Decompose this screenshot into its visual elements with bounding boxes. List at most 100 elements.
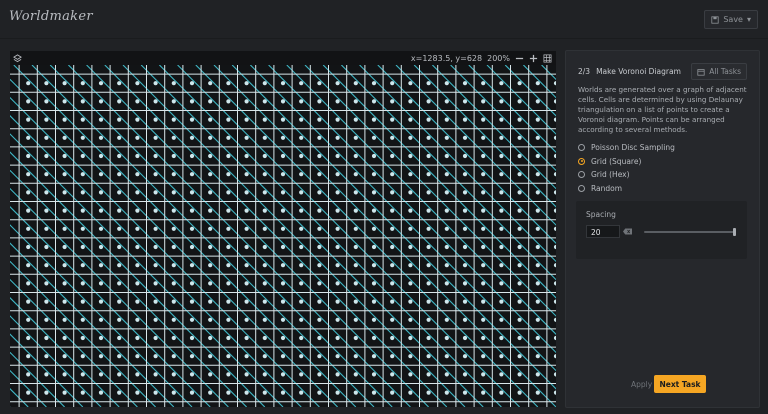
- grid-point: [481, 208, 486, 213]
- grid-point: [98, 354, 104, 359]
- grid-point: [226, 281, 231, 286]
- task-title: Make Voronoi Diagram: [596, 67, 681, 76]
- grid-point: [244, 172, 249, 177]
- grid-point: [262, 390, 267, 395]
- grid-point: [335, 372, 340, 377]
- spacing-control: Spacing 20: [576, 201, 747, 259]
- grid-point: [153, 390, 158, 395]
- radio-selected-icon[interactable]: [578, 157, 585, 165]
- grid-point: [553, 81, 556, 86]
- grid-point: [262, 354, 267, 359]
- grid-point: [80, 172, 85, 177]
- grid-point: [117, 208, 122, 213]
- grid-point: [335, 135, 340, 140]
- slider-handle[interactable]: [733, 228, 736, 236]
- grid-point: [462, 81, 468, 86]
- layers-icon[interactable]: [13, 53, 22, 63]
- grid-point: [335, 244, 340, 250]
- grid-point: [481, 135, 486, 140]
- grid-point: [135, 372, 140, 377]
- grid-point: [335, 172, 340, 177]
- spacing-slider[interactable]: [644, 228, 736, 236]
- grid-point: [553, 335, 556, 341]
- grid-point: [244, 99, 249, 104]
- option-poisson[interactable]: Poisson Disc Sampling: [578, 141, 675, 155]
- grid-point: [481, 372, 486, 377]
- grid-point: [262, 208, 267, 213]
- next-task-button[interactable]: Next Task: [654, 375, 706, 393]
- grid-point: [244, 281, 249, 286]
- grid-point: [171, 354, 176, 359]
- zoom-in-icon[interactable]: [529, 54, 538, 63]
- spacing-label: Spacing: [586, 210, 616, 219]
- grid-point: [317, 226, 322, 231]
- grid-point: [208, 372, 213, 377]
- grid-point: [426, 117, 431, 122]
- grid-point: [299, 226, 304, 231]
- option-random[interactable]: Random: [578, 182, 675, 196]
- radio-icon[interactable]: [578, 171, 585, 179]
- grid-point: [481, 263, 486, 268]
- grid-point: [189, 208, 195, 213]
- radio-icon[interactable]: [578, 144, 585, 152]
- grid-point: [171, 208, 176, 213]
- grid-point: [553, 281, 556, 286]
- map-canvas[interactable]: x=1283.5, y=628 200%: [10, 51, 556, 407]
- grid-point: [317, 390, 322, 395]
- grid-point: [371, 208, 377, 213]
- grid-point: [62, 153, 67, 159]
- grid-point: [226, 244, 231, 250]
- grid-point: [408, 117, 413, 122]
- grid-point: [535, 99, 540, 104]
- grid-point: [408, 226, 413, 231]
- grid-point: [371, 263, 377, 268]
- grid-point: [26, 299, 31, 304]
- grid-point: [535, 354, 540, 359]
- grid-point: [481, 81, 486, 86]
- grid-point: [135, 263, 140, 268]
- grid-point: [499, 335, 504, 341]
- grid-point: [517, 317, 522, 322]
- grid-point: [535, 208, 540, 213]
- grid-point: [171, 335, 176, 341]
- grid-point: [280, 317, 286, 322]
- spacing-input[interactable]: 20: [586, 225, 620, 238]
- grid-point: [262, 372, 267, 377]
- grid-point: [80, 299, 85, 304]
- grid-point: [244, 190, 249, 195]
- grid-point: [44, 135, 49, 140]
- grid-point: [444, 299, 449, 304]
- option-grid-square[interactable]: Grid (Square): [578, 155, 675, 169]
- grid-toggle-icon[interactable]: [543, 54, 552, 63]
- grid-point: [317, 299, 322, 304]
- grid-point: [208, 299, 213, 304]
- grid-point: [80, 153, 85, 159]
- grid-point: [208, 81, 213, 86]
- grid-point: [80, 390, 85, 395]
- save-button[interactable]: Save ▾: [704, 10, 758, 29]
- grid-point: [408, 390, 413, 395]
- grid-point: [517, 372, 522, 377]
- grid-point: [171, 190, 176, 195]
- grid-point: [189, 317, 195, 322]
- zoom-out-icon[interactable]: [515, 54, 524, 63]
- radio-icon[interactable]: [578, 184, 585, 192]
- grid-point: [517, 153, 522, 159]
- grid-point: [153, 99, 158, 104]
- option-grid-hex[interactable]: Grid (Hex): [578, 168, 675, 182]
- grid-point: [171, 99, 176, 104]
- grid-point: [371, 335, 377, 341]
- grid-point: [390, 244, 395, 250]
- grid-point: [26, 354, 31, 359]
- grid-point: [44, 354, 49, 359]
- grid-point: [208, 172, 213, 177]
- grid-point: [535, 281, 540, 286]
- grid-point: [153, 263, 158, 268]
- grid-point: [499, 354, 504, 359]
- grid-point: [80, 281, 85, 286]
- grid-point: [462, 244, 468, 250]
- grid-point: [317, 153, 322, 159]
- grid-point: [371, 317, 377, 322]
- clear-icon[interactable]: [623, 228, 632, 235]
- all-tasks-button[interactable]: All Tasks: [691, 63, 747, 80]
